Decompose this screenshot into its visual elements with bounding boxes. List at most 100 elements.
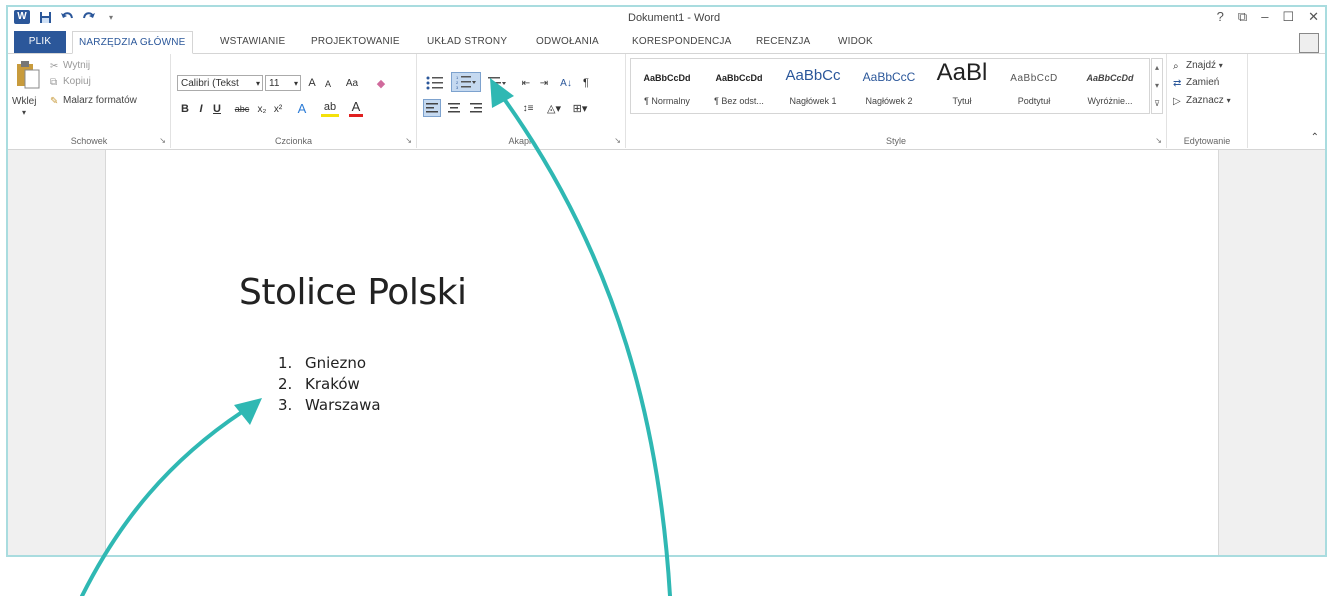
tab-home[interactable]: NARZĘDZIA GŁÓWNE bbox=[72, 31, 193, 54]
increase-indent-icon[interactable]: ⇥ bbox=[535, 74, 553, 92]
align-right-button[interactable] bbox=[467, 99, 485, 117]
replace-button[interactable]: ⇄ Zamień bbox=[1173, 77, 1219, 89]
cut-label: Wytnij bbox=[63, 60, 91, 71]
style-emphasis[interactable]: AaBbCcDd Wyróżnie... bbox=[1071, 59, 1149, 113]
collapse-ribbon-icon[interactable]: ⌃ bbox=[1311, 132, 1319, 143]
align-right-icon bbox=[470, 103, 482, 113]
svg-text:3: 3 bbox=[456, 85, 459, 89]
tab-mailings[interactable]: KORESPONDENCJA bbox=[632, 31, 732, 53]
grow-font-button[interactable]: A bbox=[305, 74, 319, 92]
font-size-combo[interactable]: 11 ▾ bbox=[265, 75, 301, 91]
format-painter-label: Malarz formatów bbox=[63, 95, 137, 106]
tab-file[interactable]: PLIK bbox=[14, 31, 66, 53]
line-spacing-icon[interactable]: ↕≡ bbox=[517, 99, 539, 117]
document-area: Stolice Polski 1. Gniezno 2. Kraków 3. Wars… bbox=[8, 150, 1325, 555]
window-controls: ? ⧉ – ☐ ✕ bbox=[1217, 9, 1319, 25]
style-heading-1[interactable]: AaBbCc Nagłówek 1 bbox=[775, 59, 851, 113]
style-sample: AaBbCcC bbox=[862, 70, 916, 84]
shading-icon[interactable]: ◬▾ bbox=[543, 99, 565, 117]
style-subtitle[interactable]: AaBbCcD Podtytuł bbox=[997, 59, 1071, 113]
ribbon-display-icon[interactable]: ⧉ bbox=[1238, 9, 1247, 25]
numbering-button[interactable]: 123 bbox=[451, 72, 481, 92]
font-size-value: 11 bbox=[269, 78, 280, 89]
list-number: 1. bbox=[278, 354, 293, 372]
subscript-button[interactable]: x₂ bbox=[255, 100, 269, 118]
styles-launcher-icon[interactable]: ↘ bbox=[1155, 136, 1162, 145]
document-page[interactable]: Stolice Polski 1. Gniezno 2. Kraków 3. Wars… bbox=[105, 150, 1219, 555]
find-button[interactable]: ⌕ Znajdź ▾ bbox=[1173, 60, 1223, 72]
select-label: Zaznacz bbox=[1186, 95, 1224, 106]
ribbon-tabs: PLIK NARZĘDZIA GŁÓWNE WSTAWIANIE PROJEKT… bbox=[8, 31, 1325, 54]
list-number: 3. bbox=[278, 396, 293, 414]
highlight-button[interactable]: ab bbox=[321, 99, 339, 117]
style-name: ¶ Normalny bbox=[644, 96, 690, 106]
account-avatar[interactable] bbox=[1299, 33, 1319, 53]
style-sample: AaBbCcD bbox=[1010, 73, 1058, 84]
quick-access-toolbar: W ▾ bbox=[14, 10, 118, 24]
clear-formatting-icon[interactable]: ◆ bbox=[373, 74, 389, 92]
paragraph-launcher-icon[interactable]: ↘ bbox=[614, 136, 621, 145]
chevron-down-icon[interactable]: ▾ bbox=[1152, 77, 1162, 95]
close-icon[interactable]: ✕ bbox=[1308, 9, 1319, 25]
paste-dropdown-icon[interactable]: ▾ bbox=[22, 108, 26, 117]
window-title: Dokument1 - Word bbox=[628, 12, 721, 24]
style-heading-2[interactable]: AaBbCcC Nagłówek 2 bbox=[851, 59, 927, 113]
decrease-indent-icon[interactable]: ⇤ bbox=[517, 74, 535, 92]
align-left-button[interactable] bbox=[423, 99, 441, 117]
find-label: Znajdź bbox=[1186, 60, 1217, 71]
cut-button[interactable]: ✂ Wytnij bbox=[50, 60, 91, 72]
paste-button[interactable]: Wklej ▾ bbox=[12, 60, 44, 120]
help-icon[interactable]: ? bbox=[1217, 9, 1224, 25]
clipboard-launcher-icon[interactable]: ↘ bbox=[159, 136, 166, 145]
paste-label: Wklej bbox=[12, 96, 37, 107]
style-normal[interactable]: AaBbCcDd ¶ Normalny bbox=[631, 59, 703, 113]
borders-icon[interactable]: ⊞▾ bbox=[569, 99, 591, 117]
text-effects-button[interactable]: A bbox=[295, 99, 309, 117]
gallery-scrollbar[interactable]: ▴ ▾ ⊽ bbox=[1151, 58, 1163, 114]
tab-insert[interactable]: WSTAWIANIE bbox=[220, 31, 285, 53]
gallery-more-icon[interactable]: ⊽ bbox=[1152, 95, 1162, 113]
font-name-value: Calibri (Tekst bbox=[181, 78, 239, 89]
undo-icon[interactable] bbox=[60, 10, 74, 24]
group-paragraph: 123 ⇤ ⇥ A↓ ¶ ↕≡ ◬▾ ⊞▾ Akapit ↘ bbox=[417, 54, 626, 148]
tab-review[interactable]: RECENZJA bbox=[756, 31, 810, 53]
change-case-button[interactable]: Aa bbox=[341, 74, 363, 92]
style-name: ¶ Bez odst... bbox=[714, 96, 764, 106]
font-color-button[interactable]: A bbox=[349, 99, 363, 117]
bold-button[interactable]: B bbox=[179, 100, 191, 118]
group-styles: AaBbCcDd ¶ Normalny AaBbCcDd ¶ Bez odst.… bbox=[626, 54, 1167, 148]
align-center-button[interactable] bbox=[445, 99, 463, 117]
tab-layout[interactable]: UKŁAD STRONY bbox=[427, 31, 507, 53]
list-item: 1. Gniezno bbox=[278, 353, 381, 374]
shrink-font-button[interactable]: A bbox=[321, 75, 335, 93]
strikethrough-button[interactable]: abc bbox=[231, 100, 253, 118]
select-button[interactable]: ▷ Zaznacz ▾ bbox=[1173, 95, 1231, 107]
tab-view[interactable]: WIDOK bbox=[838, 31, 873, 53]
ribbon: Wklej ▾ ✂ Wytnij ⧉ Kopiuj ✎ Malarz formatów… bbox=[8, 54, 1325, 150]
sort-button[interactable]: A↓ bbox=[557, 74, 575, 92]
style-name: Nagłówek 1 bbox=[789, 96, 837, 106]
style-name: Podtytuł bbox=[1017, 96, 1051, 106]
italic-button[interactable]: I bbox=[195, 100, 207, 118]
bullets-button[interactable] bbox=[423, 74, 447, 92]
maximize-icon[interactable]: ☐ bbox=[1282, 9, 1294, 25]
font-launcher-icon[interactable]: ↘ bbox=[405, 136, 412, 145]
save-icon[interactable] bbox=[38, 10, 52, 24]
customize-icon[interactable]: ▾ bbox=[104, 10, 118, 24]
tab-design[interactable]: PROJEKTOWANIE bbox=[311, 31, 400, 53]
font-name-combo[interactable]: Calibri (Tekst ▾ bbox=[177, 75, 263, 91]
style-no-spacing[interactable]: AaBbCcDd ¶ Bez odst... bbox=[703, 59, 775, 113]
chevron-up-icon[interactable]: ▴ bbox=[1152, 59, 1162, 77]
superscript-button[interactable]: x² bbox=[271, 100, 285, 118]
minimize-icon[interactable]: – bbox=[1261, 9, 1268, 25]
redo-icon[interactable] bbox=[82, 10, 96, 24]
word-logo-icon[interactable]: W bbox=[14, 10, 30, 24]
style-title[interactable]: AaBl Tytuł bbox=[927, 59, 997, 113]
tab-references[interactable]: ODWOŁANIA bbox=[536, 31, 599, 53]
show-marks-button[interactable]: ¶ bbox=[579, 74, 593, 92]
format-painter-button[interactable]: ✎ Malarz formatów bbox=[50, 95, 137, 107]
align-center-icon bbox=[448, 103, 460, 113]
copy-button[interactable]: ⧉ Kopiuj bbox=[50, 76, 91, 88]
multilevel-list-button[interactable] bbox=[485, 74, 509, 92]
underline-button[interactable]: U bbox=[211, 100, 223, 118]
